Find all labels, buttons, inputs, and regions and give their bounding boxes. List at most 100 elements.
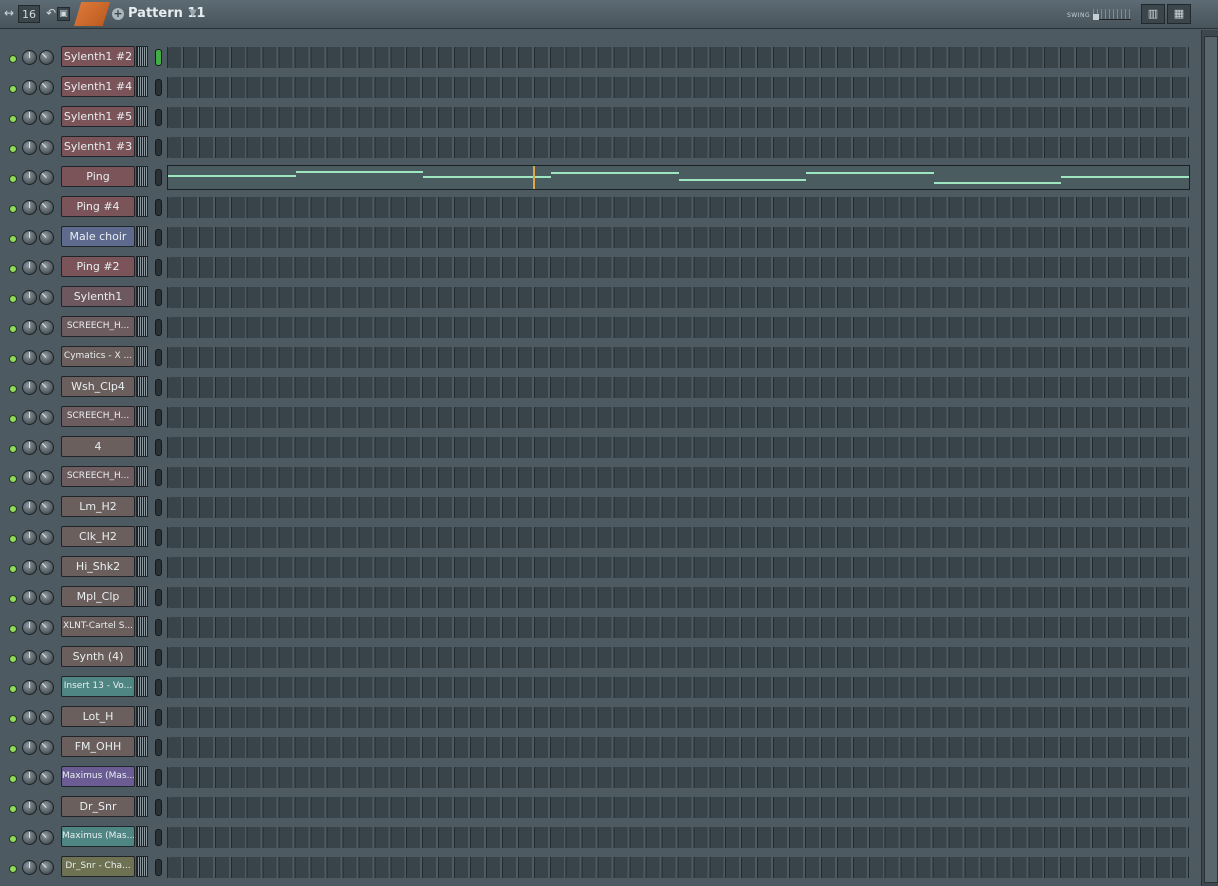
channel-volume-knob[interactable]: [39, 260, 54, 275]
channel-mute-led[interactable]: [9, 415, 17, 423]
channel-mute-led[interactable]: [9, 475, 17, 483]
channel-mute-led[interactable]: [9, 85, 17, 93]
piano-roll-note[interactable]: [295, 170, 424, 173]
step-sequencer-buttons[interactable]: [168, 47, 1189, 68]
channel-name-button[interactable]: Lm_H2: [61, 496, 135, 517]
step-sequencer-buttons[interactable]: [168, 287, 1189, 308]
channel-name-button[interactable]: Mpl_Clp: [61, 586, 135, 607]
channel-mixer-track-selector[interactable]: [136, 376, 148, 397]
channel-pan-knob[interactable]: [22, 530, 37, 545]
channel-mixer-track-selector[interactable]: [136, 436, 148, 457]
channel-select-indicator[interactable]: [155, 229, 162, 246]
channel-mute-led[interactable]: [9, 325, 17, 333]
options-button[interactable]: ▣: [57, 7, 70, 21]
channel-name-button[interactable]: Maximus (Mas...: [61, 766, 135, 787]
step-count-button[interactable]: 16: [18, 5, 40, 23]
channel-mixer-track-selector[interactable]: [136, 286, 148, 307]
resize-arrows-icon[interactable]: ↔: [4, 6, 14, 20]
channel-mute-led[interactable]: [9, 115, 17, 123]
channel-volume-knob[interactable]: [39, 590, 54, 605]
channel-mute-led[interactable]: [9, 595, 17, 603]
channel-mixer-track-selector[interactable]: [136, 406, 148, 427]
channel-mixer-track-selector[interactable]: [136, 826, 148, 847]
channel-volume-knob[interactable]: [39, 710, 54, 725]
channel-name-button[interactable]: Male choir: [61, 226, 135, 247]
channel-name-button[interactable]: Ping #4: [61, 196, 135, 217]
channel-volume-knob[interactable]: [39, 170, 54, 185]
channel-mute-led[interactable]: [9, 505, 17, 513]
channel-mute-led[interactable]: [9, 625, 17, 633]
step-sequencer-buttons[interactable]: [168, 407, 1189, 428]
channel-volume-knob[interactable]: [39, 680, 54, 695]
vertical-scrollbar[interactable]: [1201, 30, 1218, 886]
piano-roll-note[interactable]: [423, 176, 551, 179]
step-sequencer-buttons[interactable]: [168, 317, 1189, 338]
piano-roll-note[interactable]: [1061, 176, 1189, 179]
channel-select-indicator[interactable]: [155, 589, 162, 606]
channel-name-button[interactable]: Maximus (Mas...: [61, 826, 135, 847]
channel-volume-knob[interactable]: [39, 110, 54, 125]
channel-select-indicator[interactable]: [155, 409, 162, 426]
channel-pan-knob[interactable]: [22, 290, 37, 305]
step-sequencer-buttons[interactable]: [168, 527, 1189, 548]
channel-mixer-track-selector[interactable]: [136, 106, 148, 127]
step-sequencer-buttons[interactable]: [168, 227, 1189, 248]
channel-mixer-track-selector[interactable]: [136, 316, 148, 337]
step-sequencer-buttons[interactable]: [168, 137, 1189, 158]
step-sequencer-buttons[interactable]: [168, 467, 1189, 488]
step-sequencer-buttons[interactable]: [168, 797, 1189, 818]
step-sequencer-buttons[interactable]: [168, 437, 1189, 458]
channel-pan-knob[interactable]: [22, 200, 37, 215]
channel-pan-knob[interactable]: [22, 830, 37, 845]
piano-roll-note[interactable]: [678, 178, 807, 181]
channel-name-button[interactable]: Sylenth1: [61, 286, 135, 307]
channel-mute-led[interactable]: [9, 865, 17, 873]
channel-select-indicator[interactable]: [155, 79, 162, 96]
channel-mixer-track-selector[interactable]: [136, 616, 148, 637]
channel-name-button[interactable]: Ping: [61, 166, 135, 187]
channel-select-indicator[interactable]: [155, 319, 162, 336]
piano-roll-note[interactable]: [168, 174, 296, 177]
channel-mute-led[interactable]: [9, 235, 17, 243]
channel-volume-knob[interactable]: [39, 650, 54, 665]
channel-volume-knob[interactable]: [39, 320, 54, 335]
channel-select-indicator[interactable]: [155, 559, 162, 576]
channel-mixer-track-selector[interactable]: [136, 166, 148, 187]
channel-select-indicator[interactable]: [155, 49, 162, 66]
channel-volume-knob[interactable]: [39, 350, 54, 365]
channel-mute-led[interactable]: [9, 145, 17, 153]
piano-roll-note[interactable]: [933, 181, 1062, 184]
channel-select-indicator[interactable]: [155, 379, 162, 396]
channel-mixer-track-selector[interactable]: [136, 706, 148, 727]
channel-volume-knob[interactable]: [39, 380, 54, 395]
channel-pan-knob[interactable]: [22, 110, 37, 125]
channel-name-button[interactable]: Sylenth1 #4: [61, 76, 135, 97]
step-sequencer-buttons[interactable]: [168, 737, 1189, 758]
channel-pan-knob[interactable]: [22, 500, 37, 515]
channel-mixer-track-selector[interactable]: [136, 586, 148, 607]
channel-pan-knob[interactable]: [22, 230, 37, 245]
channel-mixer-track-selector[interactable]: [136, 766, 148, 787]
channel-pan-knob[interactable]: [22, 560, 37, 575]
keyboard-editor-icon[interactable]: ▦: [1167, 4, 1191, 24]
channel-name-button[interactable]: 4: [61, 436, 135, 457]
channel-select-indicator[interactable]: [155, 139, 162, 156]
step-sequencer-buttons[interactable]: [168, 557, 1189, 578]
channel-pan-knob[interactable]: [22, 260, 37, 275]
channel-select-indicator[interactable]: [155, 109, 162, 126]
channel-pan-knob[interactable]: [22, 650, 37, 665]
channel-mixer-track-selector[interactable]: [136, 856, 148, 877]
step-sequencer-buttons[interactable]: [168, 497, 1189, 518]
channel-select-indicator[interactable]: [155, 289, 162, 306]
mini-piano-roll[interactable]: [167, 165, 1190, 190]
channel-volume-knob[interactable]: [39, 620, 54, 635]
channel-name-button[interactable]: Wsh_Clp4: [61, 376, 135, 397]
channel-select-indicator[interactable]: [155, 529, 162, 546]
channel-pan-knob[interactable]: [22, 800, 37, 815]
step-sequencer-buttons[interactable]: [168, 77, 1189, 98]
channel-volume-knob[interactable]: [39, 530, 54, 545]
channel-name-button[interactable]: Sylenth1 #3: [61, 136, 135, 157]
channel-mixer-track-selector[interactable]: [136, 136, 148, 157]
channel-mixer-track-selector[interactable]: [136, 196, 148, 217]
channel-volume-knob[interactable]: [39, 230, 54, 245]
